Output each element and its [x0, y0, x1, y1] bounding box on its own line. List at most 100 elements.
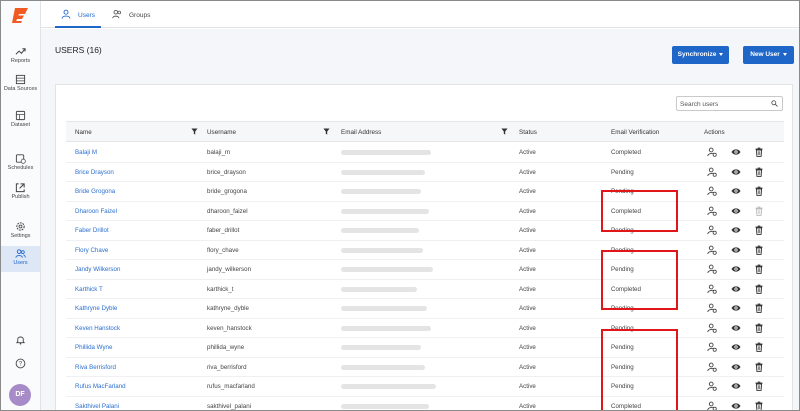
user-settings-icon[interactable] — [707, 303, 717, 313]
user-name-link[interactable]: Karthick T — [75, 286, 103, 293]
user-settings-icon[interactable] — [707, 323, 717, 333]
user-settings-icon[interactable] — [707, 381, 717, 391]
header-email-verification[interactable]: Email Verification — [611, 129, 659, 136]
user-settings-icon[interactable] — [707, 284, 717, 294]
view-eye-icon[interactable] — [731, 284, 741, 294]
status-cell: Active — [519, 383, 536, 390]
table-header: Name Username Email Address Status Email… — [66, 121, 784, 142]
search-box[interactable] — [676, 96, 783, 111]
view-eye-icon[interactable] — [731, 167, 741, 177]
delete-trash-icon[interactable] — [754, 342, 764, 352]
sidebar-item-data-sources[interactable]: Data Sources — [1, 72, 40, 98]
user-name-link[interactable]: Keven Hanstock — [75, 325, 120, 332]
view-eye-icon[interactable] — [731, 381, 741, 391]
delete-trash-icon[interactable] — [754, 381, 764, 391]
delete-trash-icon[interactable] — [754, 323, 764, 333]
email-redacted — [341, 228, 419, 233]
header-email[interactable]: Email Address — [341, 129, 381, 136]
filter-icon[interactable] — [323, 128, 330, 135]
email-verification-cell: Completed — [611, 149, 641, 156]
new-user-label: New User — [750, 51, 780, 58]
username-cell: riva_berrisford — [207, 363, 247, 371]
user-name-link[interactable]: Rufus MacFarland — [75, 383, 126, 390]
user-settings-icon[interactable] — [707, 167, 717, 177]
user-settings-icon[interactable] — [707, 245, 717, 255]
status-cell: Active — [519, 266, 536, 273]
tab-users[interactable]: Users — [55, 1, 101, 28]
new-user-button[interactable]: New User — [743, 46, 794, 64]
filter-icon[interactable] — [191, 128, 198, 135]
email-redacted — [341, 189, 421, 194]
view-eye-icon[interactable] — [731, 245, 741, 255]
delete-trash-icon[interactable] — [754, 303, 764, 313]
status-cell: Active — [519, 305, 536, 312]
user-settings-icon[interactable] — [707, 342, 717, 352]
view-eye-icon[interactable] — [731, 186, 741, 196]
user-settings-icon[interactable] — [707, 147, 717, 157]
view-eye-icon[interactable] — [731, 303, 741, 313]
user-name-link[interactable]: Phillida Wyne — [75, 344, 112, 351]
view-eye-icon[interactable] — [731, 206, 741, 216]
delete-trash-icon[interactable] — [754, 147, 764, 157]
delete-trash-icon[interactable] — [754, 245, 764, 255]
user-settings-icon[interactable] — [707, 186, 717, 196]
user-name-link[interactable]: Riva Berrisford — [75, 364, 116, 371]
filter-icon[interactable] — [501, 128, 508, 135]
view-eye-icon[interactable] — [731, 225, 741, 235]
header-name[interactable]: Name — [75, 129, 92, 136]
delete-trash-icon[interactable] — [754, 284, 764, 294]
sidebar-item-reports[interactable]: Reports — [1, 44, 40, 70]
synchronize-button[interactable]: Synchronize — [672, 46, 729, 64]
delete-trash-icon[interactable] — [754, 167, 764, 177]
delete-trash-icon[interactable] — [754, 186, 764, 196]
calendar-clock-icon — [15, 154, 26, 164]
sidebar-item-users[interactable]: Users — [1, 246, 40, 272]
user-settings-icon[interactable] — [707, 225, 717, 235]
user-settings-icon[interactable] — [707, 206, 717, 216]
sidebar-item-label: Reports — [10, 58, 31, 64]
status-cell: Active — [519, 149, 536, 156]
header-status[interactable]: Status — [519, 129, 537, 136]
bell-icon[interactable] — [15, 334, 26, 345]
email-redacted — [341, 325, 431, 331]
sidebar-item-label: Users — [13, 260, 28, 266]
tab-label: Groups — [129, 12, 151, 19]
user-settings-icon[interactable] — [707, 264, 717, 274]
main-content: USERS (16) Synchronize New User Name Use… — [41, 29, 799, 410]
delete-trash-icon[interactable] — [754, 225, 764, 235]
brand-logo-icon[interactable] — [10, 6, 30, 24]
tab-groups[interactable]: Groups — [109, 1, 159, 28]
user-settings-icon[interactable] — [707, 401, 717, 410]
user-name-link[interactable]: Bride Grogona — [75, 188, 115, 195]
view-eye-icon[interactable] — [731, 362, 741, 372]
sidebar-item-settings[interactable]: Settings — [1, 219, 40, 245]
username-cell: sakthivel_palani — [207, 402, 252, 410]
view-eye-icon[interactable] — [731, 342, 741, 352]
delete-trash-icon[interactable] — [754, 401, 764, 410]
view-eye-icon[interactable] — [731, 264, 741, 274]
user-name-link[interactable]: Brice Drayson — [75, 169, 114, 176]
sidebar-item-dataset[interactable]: Dataset — [1, 108, 40, 134]
avatar[interactable]: DF — [9, 384, 31, 406]
user-name-link[interactable]: Flory Chave — [75, 247, 108, 254]
view-eye-icon[interactable] — [731, 401, 741, 411]
search-input[interactable] — [680, 98, 770, 110]
user-name-link[interactable]: Jandy Wilkerson — [75, 266, 120, 273]
user-settings-icon[interactable] — [707, 362, 717, 372]
search-icon[interactable] — [771, 100, 778, 107]
user-name-link[interactable]: Balaji M — [75, 149, 97, 156]
sidebar-item-schedules[interactable]: Schedules — [1, 151, 40, 177]
sidebar: Reports Data Sources Dataset Schedules P… — [1, 1, 41, 410]
user-name-link[interactable]: Dharoon Faizel — [75, 208, 117, 215]
view-eye-icon[interactable] — [731, 323, 741, 333]
view-eye-icon[interactable] — [731, 147, 741, 157]
delete-trash-icon[interactable] — [754, 264, 764, 274]
header-username[interactable]: Username — [207, 129, 236, 136]
user-name-link[interactable]: Faber Drillot — [75, 227, 109, 234]
user-name-link[interactable]: Sakthivel Palani — [75, 403, 119, 410]
username-cell: flory_chave — [207, 246, 239, 254]
help-icon[interactable]: ? — [15, 358, 26, 369]
sidebar-item-publish[interactable]: Publish — [1, 180, 40, 206]
user-name-link[interactable]: Kathryne Dyble — [75, 305, 117, 312]
delete-trash-icon[interactable] — [754, 362, 764, 372]
